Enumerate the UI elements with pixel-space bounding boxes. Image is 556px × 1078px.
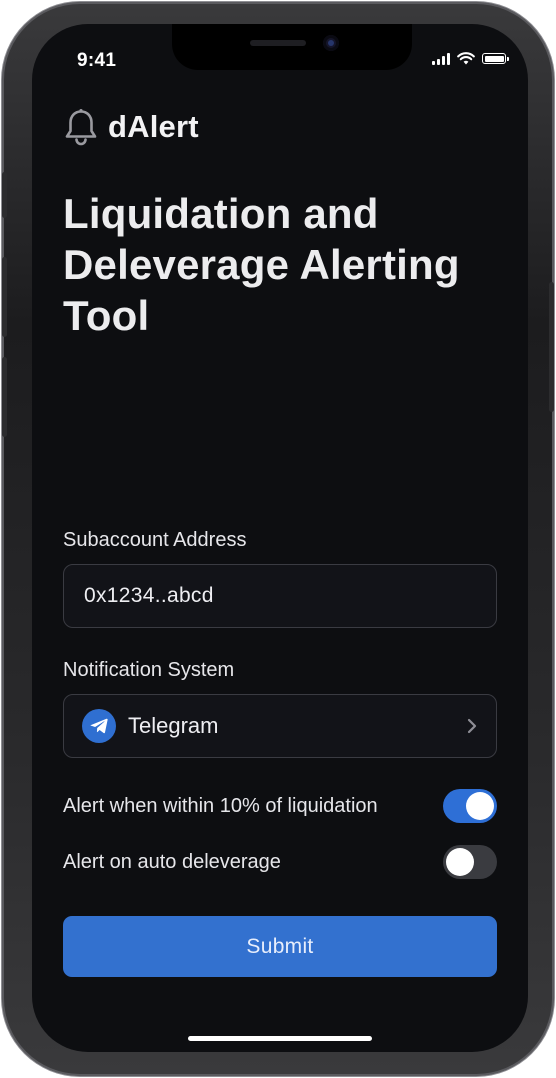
screen: 9:41 dAlert Liquidation and Deleverage A…	[32, 24, 528, 1052]
brand: dAlert	[64, 108, 199, 146]
alert-liquidation-label: Alert when within 10% of liquidation	[63, 794, 378, 817]
subaccount-address-input[interactable]	[64, 565, 496, 627]
notification-system-label: Notification System	[63, 659, 235, 681]
subaccount-address-field[interactable]	[63, 564, 497, 628]
toggle-knob	[466, 792, 494, 820]
status-time: 9:41	[77, 50, 117, 71]
chevron-right-icon	[466, 717, 478, 735]
alert-deleverage-toggle[interactable]	[443, 845, 497, 879]
silent-switch	[2, 172, 7, 218]
front-camera	[323, 35, 339, 51]
submit-button[interactable]: Submit	[63, 916, 497, 977]
alert-deleverage-row: Alert on auto deleverage	[63, 844, 497, 880]
home-indicator	[188, 1036, 372, 1041]
cellular-signal-icon	[432, 52, 450, 65]
status-icons	[432, 52, 509, 65]
subaccount-address-label: Subaccount Address	[63, 529, 247, 551]
page-title: Liquidation and Deleverage Alerting Tool	[63, 190, 460, 339]
power-button	[549, 282, 554, 412]
telegram-icon	[82, 709, 116, 743]
notification-system-value: Telegram	[128, 713, 219, 738]
volume-up-button	[2, 257, 7, 337]
notification-system-select[interactable]: Telegram	[63, 694, 497, 758]
wifi-icon	[457, 52, 475, 65]
bell-icon	[65, 109, 97, 146]
alert-deleverage-label: Alert on auto deleverage	[63, 850, 281, 873]
speaker-grille	[250, 40, 306, 46]
notch	[172, 24, 412, 70]
brand-name: dAlert	[108, 109, 199, 144]
alert-liquidation-toggle[interactable]	[443, 789, 497, 823]
toggle-knob	[446, 848, 474, 876]
battery-icon	[482, 53, 509, 64]
alert-liquidation-row: Alert when within 10% of liquidation	[63, 788, 497, 824]
phone-frame: 9:41 dAlert Liquidation and Deleverage A…	[2, 2, 554, 1076]
volume-down-button	[2, 357, 7, 437]
